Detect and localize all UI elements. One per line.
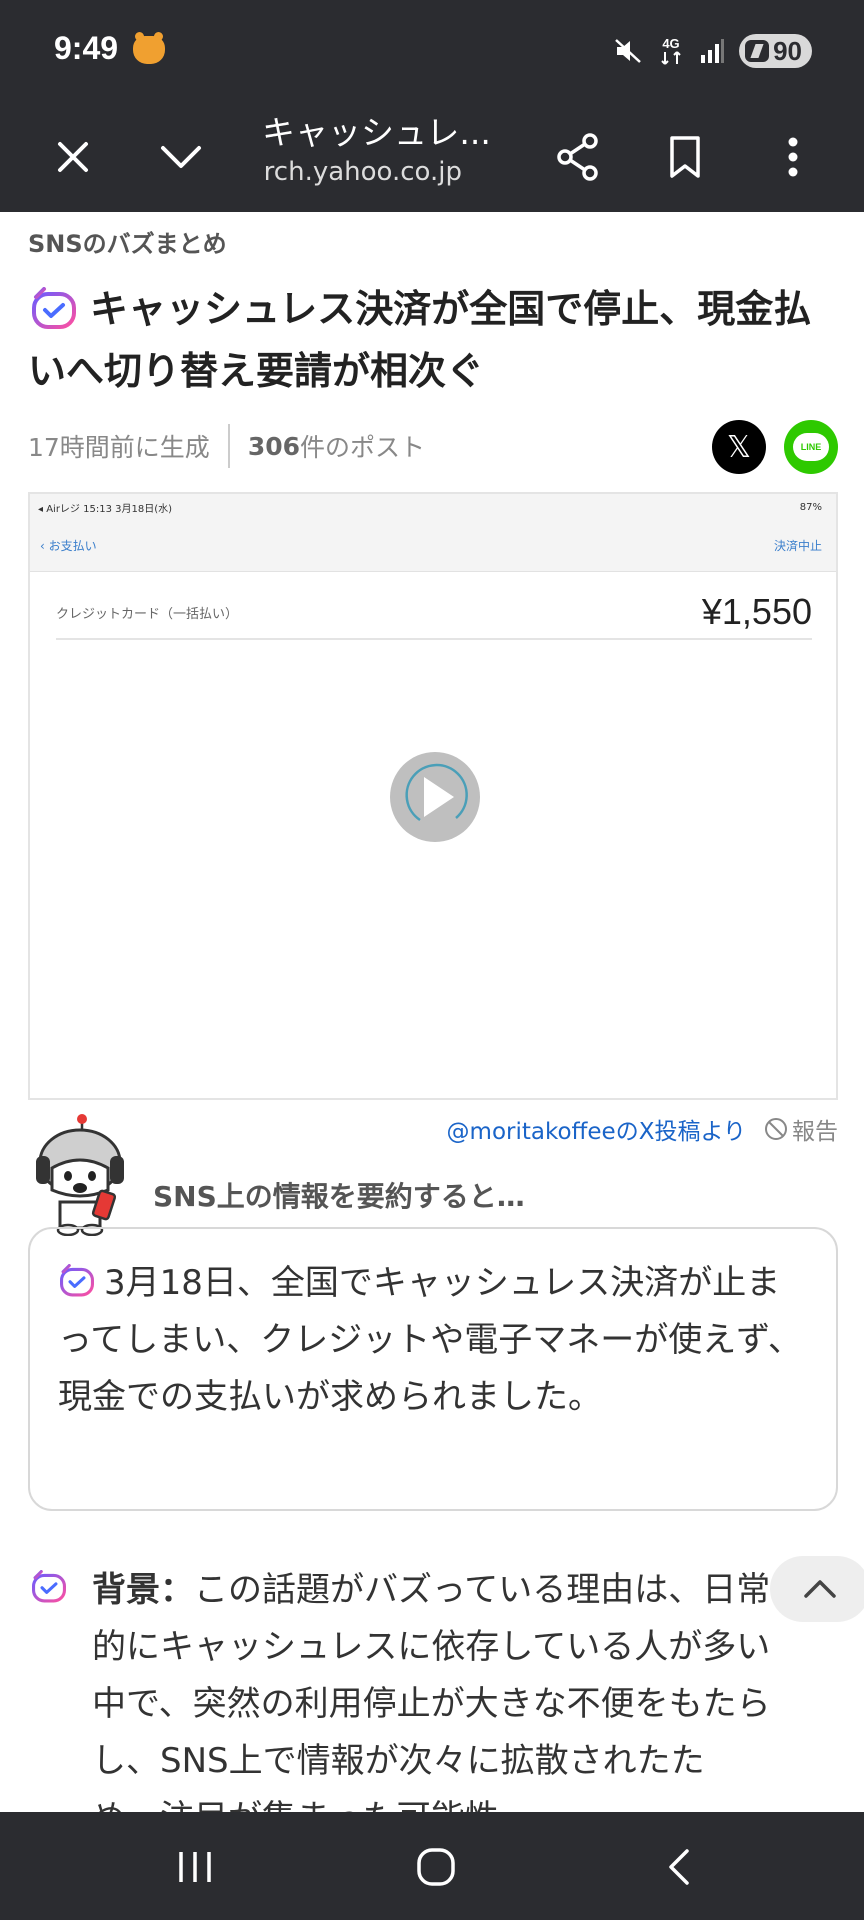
share-button[interactable] — [543, 122, 613, 192]
media-back-label: お支払い — [48, 539, 97, 553]
ai-summary-icon — [60, 1264, 94, 1297]
media-payment-amount: ¥1,550 — [701, 591, 812, 632]
status-icons: 4G 90 — [613, 32, 812, 70]
media-nav-bar: ‹ お支払い 決済中止 — [30, 520, 836, 572]
report-label: 報告 — [792, 1119, 838, 1145]
home-button[interactable] — [391, 1832, 481, 1902]
mascot-dog-icon — [36, 1114, 124, 1236]
page-url[interactable]: search.yahoo.co.jp — [262, 157, 462, 187]
post-count-suffix: 件のポスト — [300, 433, 426, 462]
bookmark-icon — [670, 136, 700, 178]
play-icon — [405, 763, 468, 822]
back-button[interactable] — [634, 1832, 724, 1902]
embedded-video[interactable]: ◂ Airレジ 15:13 3月18日(水) 87% ‹ お支払い 決済中止 ク… — [28, 492, 838, 1100]
back-icon — [669, 1849, 689, 1885]
media-payment-row: クレジットカード（一括払い） ¥1,550 — [56, 586, 812, 640]
4g-icon: 4G — [661, 36, 681, 65]
share-x-button[interactable]: 𝕏 — [712, 420, 766, 474]
media-status-left: ◂ Airレジ 15:13 3月18日(水) — [38, 503, 172, 515]
share-icon — [557, 133, 598, 181]
source-row: @moritakoffeeのX投稿より 報告 — [447, 1112, 838, 1146]
mute-icon — [615, 39, 641, 63]
more-icon — [788, 137, 798, 177]
article-headline: キャッシュレス決済が全国で停止、現金払いへ切り替え要請が相次ぐ — [28, 287, 812, 393]
source-link[interactable]: @moritakoffeeのX投稿より — [447, 1112, 746, 1146]
recent-apps-icon — [179, 1852, 211, 1882]
status-time: 9:49 — [54, 30, 119, 66]
media-cancel: 決済中止 — [773, 539, 822, 553]
media-payment-label: クレジットカード（一括払い） — [56, 606, 239, 622]
more-options-button[interactable] — [758, 122, 828, 192]
chevron-down-icon — [161, 146, 201, 168]
close-icon — [58, 142, 88, 172]
chevron-up-icon — [804, 1580, 836, 1598]
summary-text: 3月18日、全国でキャッシュレス決済が止まってしまい、クレジットや電子マネーが使… — [58, 1263, 802, 1417]
battery-level: 90 — [773, 35, 802, 66]
home-icon — [417, 1848, 455, 1886]
background-text: この話題がバズっている理由は、日常的にキャッシュレスに依存している人が多い中で、… — [92, 1570, 771, 1838]
share-line-button[interactable]: LINE — [784, 420, 838, 474]
minimize-button[interactable] — [146, 122, 216, 192]
battery-charging-icon — [745, 40, 770, 62]
report-button[interactable]: 報告 — [764, 1112, 838, 1146]
system-nav-bar — [0, 1812, 864, 1920]
prohibit-icon — [765, 1118, 787, 1140]
svg-text:4G: 4G — [662, 36, 679, 51]
article-meta: 17時間前に生成 306 件のポスト — [28, 424, 425, 468]
meta-divider — [227, 424, 230, 468]
generated-time: 17時間前に生成 — [28, 433, 210, 462]
media-status-bar: ◂ Airレジ 15:13 3月18日(水) 87% — [30, 494, 836, 520]
post-count: 306 — [247, 431, 300, 461]
summary-heading: SNS上の情報を要約すると… — [153, 1180, 525, 1213]
summary-card: 3月18日、全国でキャッシュレス決済が止まってしまい、クレジットや電子マネーが使… — [28, 1227, 838, 1511]
status-bar: 9:49 4G 90 — [0, 0, 864, 100]
media-back: ‹ お支払い — [40, 539, 97, 553]
summary-paragraph: 3月18日、全国でキャッシュレス決済が止まってしまい、クレジットや電子マネーが使… — [58, 1255, 810, 1426]
app-notification-icon — [133, 32, 165, 64]
close-button[interactable] — [38, 122, 108, 192]
background-label: 背景： — [92, 1570, 194, 1610]
media-status-right: 87% — [799, 501, 822, 513]
ai-summary-icon — [32, 1570, 66, 1603]
scroll-to-top-button[interactable] — [770, 1556, 864, 1622]
x-logo-icon: 𝕏 — [726, 429, 752, 465]
battery-icon: 90 — [739, 34, 812, 68]
background-paragraph: 背景：この話題がバズっている理由は、日常的にキャッシュレスに依存している人が多い… — [92, 1562, 772, 1847]
bookmark-button[interactable] — [650, 122, 720, 192]
recent-apps-button[interactable] — [150, 1832, 240, 1902]
signal-icon — [701, 39, 725, 63]
line-logo-icon: LINE — [793, 433, 829, 461]
category-label: SNSのバズまとめ — [28, 230, 227, 258]
page-title[interactable]: キャッシュレ... — [262, 106, 491, 154]
play-button[interactable] — [390, 752, 480, 842]
